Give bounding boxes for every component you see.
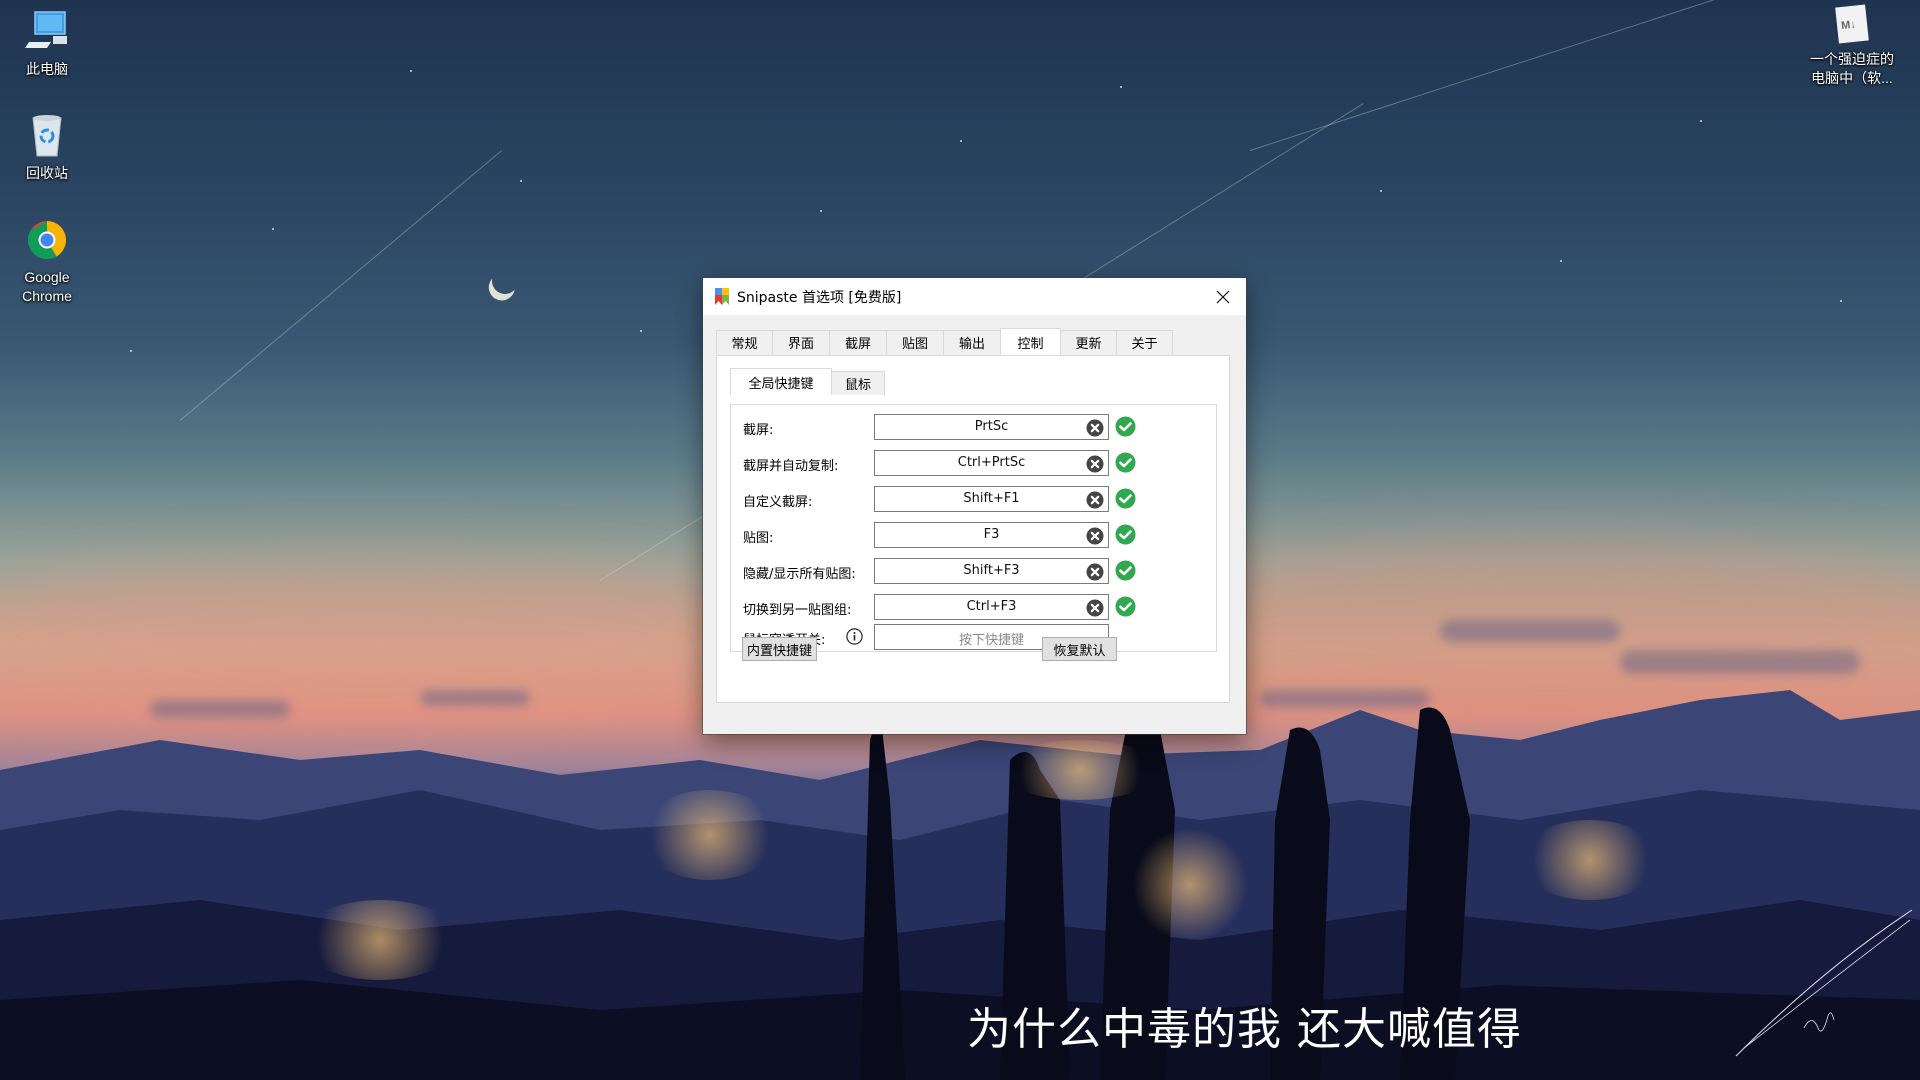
control-tab-pane: 全局快捷键 鼠标 截屏: PrtSc 截屏并自动复制: Ctrl+PrtSc 自… [716,355,1230,703]
clear-hotkey-icon[interactable] [1086,563,1104,581]
hotkey-row-switch-paste-group: 切换到另一贴图组: Ctrl+F3 [731,594,1216,620]
subtab-global-hotkeys[interactable]: 全局快捷键 [730,368,832,395]
subtab-label: 全局快捷键 [748,376,814,392]
tab-update[interactable]: 更新 [1060,330,1117,354]
hotkey-row-capture: 截屏: PrtSc [731,414,1216,440]
desktop-icon-this-pc[interactable]: 此电脑 [9,8,85,79]
hotkey-label: 贴图: [743,531,774,546]
tab-interface[interactable]: 界面 [772,330,830,354]
desktop-icon-markdown-file[interactable]: M↓ 一个强迫症的 电脑中（软... [1800,4,1904,88]
tab-control[interactable]: 控制 [1000,328,1061,355]
markdown-file-icon: M↓ [1835,4,1869,44]
hotkey-label: 隐藏/显示所有贴图: [743,567,856,582]
main-tab-bar: 常规 界面 截屏 贴图 输出 控制 更新 关于 [716,328,1173,356]
snipaste-logo-icon [715,288,729,305]
wallpaper-caption: 为什么中毒的我 还大喊值得 [967,1004,1522,1055]
hotkey-input[interactable]: F3 [874,522,1109,548]
hotkey-row-hide-show-pastes: 隐藏/显示所有贴图: Shift+F3 [731,558,1216,584]
hotkey-value: Shift+F1 [963,491,1020,506]
desktop-icon-label: 回收站 [26,165,68,181]
hotkey-ok-check-icon [1115,452,1136,473]
hotkey-value: Ctrl+F3 [966,599,1017,614]
chrome-icon [27,221,67,260]
tab-label: 界面 [787,337,814,352]
desktop-icon-label-line1: 一个强迫症的 [1810,51,1894,67]
global-hotkeys-panel: 截屏: PrtSc 截屏并自动复制: Ctrl+PrtSc 自定义截屏: Shi… [730,404,1217,661]
sub-tab-bar: 全局快捷键 鼠标 [730,368,885,395]
hotkey-label: 截屏并自动复制: [743,459,839,474]
hotkey-input[interactable]: PrtSc [874,414,1109,440]
hotkey-row-custom-capture: 自定义截屏: Shift+F1 [731,486,1216,512]
clear-hotkey-icon[interactable] [1086,455,1104,473]
desktop-icon-label: 此电脑 [26,61,68,77]
clear-hotkey-icon[interactable] [1086,419,1104,437]
hotkey-row-capture-and-copy: 截屏并自动复制: Ctrl+PrtSc [731,450,1216,476]
button-label: 内置快捷键 [746,643,812,659]
hotkey-value: Ctrl+PrtSc [957,455,1026,470]
hotkey-input[interactable]: Shift+F3 [874,558,1109,584]
tab-label: 控制 [1017,336,1044,352]
tab-label: 输出 [958,337,985,352]
hotkey-value: PrtSc [974,419,1009,434]
title-bar[interactable]: Snipaste 首选项 [免费版] [703,278,1246,315]
subtab-label: 鼠标 [844,378,871,393]
tab-output[interactable]: 输出 [943,330,1001,354]
button-label: 恢复默认 [1053,643,1106,659]
hotkey-label: 截屏: [743,423,774,438]
restore-defaults-button[interactable]: 恢复默认 [1042,637,1117,661]
tab-label: 截屏 [844,337,871,352]
hotkey-label: 自定义截屏: [743,495,813,510]
hotkey-ok-check-icon [1115,524,1136,545]
tab-label: 更新 [1075,337,1102,352]
hotkey-value: F3 [983,527,1000,542]
close-button[interactable] [1200,278,1246,315]
clear-hotkey-icon[interactable] [1086,491,1104,509]
hotkey-ok-check-icon [1115,488,1136,509]
hotkey-ok-check-icon [1115,596,1136,617]
tab-label: 贴图 [901,337,928,352]
tab-paste[interactable]: 贴图 [886,330,944,354]
builtin-hotkeys-button[interactable]: 内置快捷键 [742,637,817,661]
hotkey-label: 切换到另一贴图组: [743,603,852,618]
subtab-mouse[interactable]: 鼠标 [831,371,885,395]
hotkey-value: Shift+F3 [963,563,1020,578]
desktop-icon-label-line2: Chrome [22,288,72,304]
tab-capture[interactable]: 截屏 [829,330,887,354]
hotkey-input[interactable]: Ctrl+F3 [874,594,1109,620]
desktop-icon-google-chrome[interactable]: Google Chrome [9,216,85,306]
tab-label: 常规 [731,337,758,352]
artist-signature [1735,909,1913,1057]
desktop-icon-label-line1: Google [24,269,70,285]
tab-general[interactable]: 常规 [716,330,773,354]
hotkey-ok-check-icon [1115,560,1136,581]
hotkey-input[interactable]: Shift+F1 [874,486,1109,512]
desktop-icon-label-line2: 电脑中（软... [1811,70,1893,86]
info-icon[interactable] [846,628,863,645]
recycle-bin-icon [32,115,62,157]
tab-label: 关于 [1131,337,1158,352]
desktop-icon-recycle-bin[interactable]: 回收站 [9,112,85,183]
hotkey-input[interactable]: Ctrl+PrtSc [874,450,1109,476]
hotkey-row-paste: 贴图: F3 [731,522,1216,548]
hotkey-ok-check-icon [1115,416,1136,437]
snipaste-preferences-dialog: Snipaste 首选项 [免费版] 常规 界面 截屏 贴图 输出 控制 更新 … [703,278,1246,734]
computer-icon [25,11,67,48]
close-icon [1216,290,1230,303]
dialog-title: Snipaste 首选项 [免费版] [737,290,902,306]
clear-hotkey-icon[interactable] [1086,527,1104,545]
tab-about[interactable]: 关于 [1116,330,1173,354]
moon [487,263,523,299]
clear-hotkey-icon[interactable] [1086,599,1104,617]
